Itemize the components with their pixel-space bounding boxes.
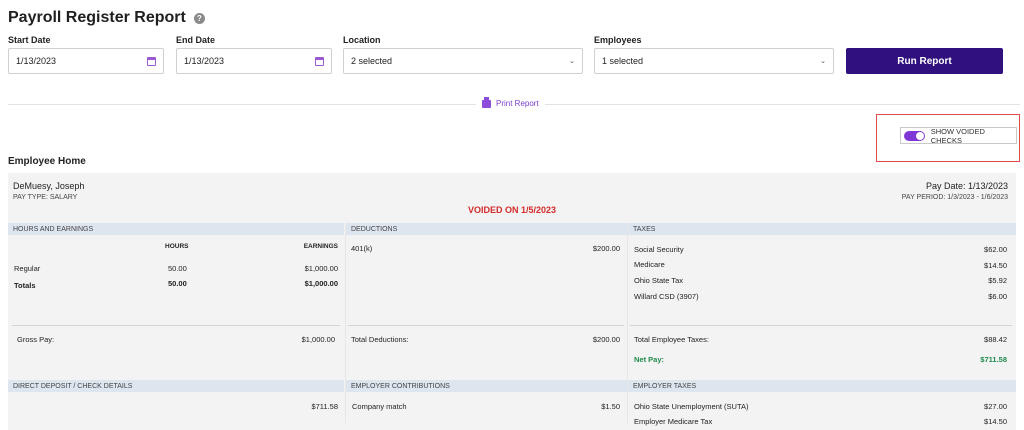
location-label: Location bbox=[343, 35, 381, 45]
earnings-row-hours: 50.00 bbox=[168, 264, 187, 273]
taxes-panel: TAXES bbox=[628, 223, 1016, 235]
total-employee-taxes-value: $88.42 bbox=[984, 335, 1007, 344]
employees-select[interactable]: 1 selected ⌄ bbox=[594, 48, 834, 74]
hours-earnings-header: HOURS AND EARNINGS bbox=[8, 223, 344, 235]
start-date-value: 1/13/2023 bbox=[16, 56, 57, 66]
tax-value: $14.50 bbox=[984, 261, 1007, 270]
direct-deposit-value: $711.58 bbox=[311, 402, 338, 411]
tax-value: $5.92 bbox=[988, 276, 1007, 285]
gross-pay-label: Gross Pay: bbox=[17, 335, 55, 344]
location-select[interactable]: 2 selected ⌄ bbox=[343, 48, 583, 74]
employer-contributions-header: EMPLOYER CONTRIBUTIONS bbox=[346, 380, 627, 392]
totals-earnings: $1,000.00 bbox=[304, 279, 338, 288]
earnings-row-label: Regular bbox=[14, 264, 41, 273]
direct-deposit-header: DIRECT DEPOSIT / CHECK DETAILS bbox=[8, 380, 344, 392]
question-circle-icon[interactable]: ? bbox=[193, 12, 205, 24]
employer-taxes-header: EMPLOYER TAXES bbox=[628, 380, 1016, 392]
toggle-switch[interactable] bbox=[904, 130, 925, 141]
tax-label: Medicare bbox=[634, 260, 665, 269]
hrule bbox=[12, 325, 340, 326]
location-value: 2 selected bbox=[351, 56, 393, 66]
earnings-row-amount: $1,000.00 bbox=[304, 264, 338, 273]
end-date-label: End Date bbox=[176, 35, 216, 45]
taxes-header: TAXES bbox=[628, 223, 1016, 235]
column-divider bbox=[345, 223, 346, 423]
hours-column-header: HOURS bbox=[165, 243, 189, 250]
start-date-label: Start Date bbox=[8, 35, 51, 45]
total-deductions-label: Total Deductions: bbox=[351, 335, 409, 344]
employee-name: DeMuesy, Joseph bbox=[13, 181, 85, 191]
pay-type: PAY TYPE: SALARY bbox=[13, 194, 78, 201]
gross-pay-value: $1,000.00 bbox=[301, 335, 335, 344]
calendar-icon[interactable] bbox=[315, 56, 324, 66]
employer-tax-value: $27.00 bbox=[984, 402, 1007, 411]
employer-tax-value: $14.50 bbox=[984, 417, 1007, 426]
section-title: Employee Home bbox=[8, 156, 86, 167]
run-report-button[interactable]: Run Report bbox=[846, 48, 1003, 74]
show-voided-checks-toggle[interactable]: SHOW VOIDED CHECKS bbox=[900, 126, 1017, 145]
employer-contribution-label: Company match bbox=[352, 402, 407, 411]
chevron-down-icon: ⌄ bbox=[569, 58, 575, 65]
page-title: Payroll Register Report bbox=[8, 9, 186, 26]
hours-earnings-panel: HOURS AND EARNINGS bbox=[8, 223, 344, 235]
total-deductions-value: $200.00 bbox=[592, 335, 620, 344]
employer-tax-label: Ohio State Unemployment (SUTA) bbox=[634, 402, 749, 411]
total-employee-taxes-label: Total Employee Taxes: bbox=[634, 335, 709, 344]
tax-label: Social Security bbox=[634, 245, 684, 254]
direct-deposit-panel: DIRECT DEPOSIT / CHECK DETAILS bbox=[8, 380, 344, 392]
deductions-panel: DEDUCTIONS bbox=[346, 223, 627, 235]
tax-label: Ohio State Tax bbox=[634, 276, 684, 285]
totals-label: Totals bbox=[14, 281, 36, 290]
deduction-value: $200.00 bbox=[592, 244, 620, 253]
net-pay-value: $711.58 bbox=[980, 355, 1007, 364]
hrule bbox=[630, 325, 1012, 326]
employer-contributions-panel: EMPLOYER CONTRIBUTIONS bbox=[346, 380, 627, 392]
employees-value: 1 selected bbox=[602, 56, 644, 66]
calendar-icon[interactable] bbox=[147, 56, 156, 66]
employer-tax-label: Employer Medicare Tax bbox=[634, 417, 713, 426]
tax-value: $6.00 bbox=[988, 292, 1007, 301]
start-date-input[interactable]: 1/13/2023 bbox=[8, 48, 164, 74]
deductions-header: DEDUCTIONS bbox=[346, 223, 627, 235]
deduction-label: 401(k) bbox=[351, 244, 373, 253]
end-date-input[interactable]: 1/13/2023 bbox=[176, 48, 332, 74]
employer-taxes-panel: EMPLOYER TAXES bbox=[628, 380, 1016, 392]
printer-icon bbox=[482, 96, 491, 108]
end-date-value: 1/13/2023 bbox=[184, 56, 225, 66]
earnings-column-header: EARNINGS bbox=[303, 243, 338, 250]
title-row: Payroll Register Report ? bbox=[8, 9, 205, 27]
tax-label: Willard CSD (3907) bbox=[634, 292, 699, 301]
pay-period: PAY PERIOD: 1/3/2023 - 1/6/2023 bbox=[901, 194, 1008, 201]
column-divider bbox=[627, 223, 628, 423]
show-voided-checks-label: SHOW VOIDED CHECKS bbox=[930, 126, 985, 145]
employees-label: Employees bbox=[594, 35, 642, 45]
print-report-link[interactable]: Print Report bbox=[476, 96, 545, 108]
tax-value: $62.00 bbox=[984, 245, 1007, 254]
voided-notice: VOIDED ON 1/5/2023 bbox=[467, 205, 557, 215]
net-pay-label: Net Pay: bbox=[634, 355, 665, 364]
pay-date: Pay Date: 1/13/2023 bbox=[925, 181, 1008, 191]
totals-hours: 50.00 bbox=[168, 279, 187, 288]
chevron-down-icon: ⌄ bbox=[820, 58, 826, 65]
employer-contribution-value: $1.50 bbox=[601, 402, 620, 411]
employee-card: DeMuesy, Joseph PAY TYPE: SALARY VOIDED … bbox=[8, 173, 1016, 430]
hrule bbox=[348, 325, 624, 326]
print-report-label: Print Report bbox=[496, 99, 539, 108]
